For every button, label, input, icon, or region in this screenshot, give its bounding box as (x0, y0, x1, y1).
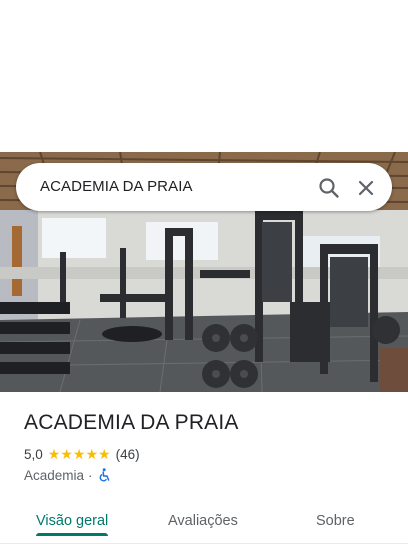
search-bar[interactable]: ACADEMIA DA PRAIA (16, 163, 392, 211)
place-title: ACADEMIA DA PRAIA (24, 411, 239, 434)
rating-row[interactable]: 5,0 ★ ★ ★ ★ ★ (46) (24, 445, 140, 463)
tab-reviews[interactable]: Avaliações (168, 513, 238, 529)
star-icon: ★ (85, 446, 99, 462)
star-icon: ★ (60, 446, 73, 462)
rating-value: 5,0 (24, 446, 43, 462)
wheelchair-icon (97, 468, 111, 482)
tab-about[interactable]: Sobre (316, 513, 355, 529)
category-separator: · (88, 467, 93, 483)
close-icon[interactable] (354, 176, 378, 200)
rating-stars: ★ ★ ★ ★ ★ (48, 447, 111, 461)
search-icon[interactable] (317, 176, 341, 200)
review-count[interactable]: (46) (116, 447, 140, 462)
star-icon: ★ (98, 446, 111, 462)
map-area-blank (0, 0, 408, 152)
active-tab-indicator (36, 533, 108, 536)
star-icon: ★ (72, 446, 86, 462)
tab-overview[interactable]: Visão geral (36, 513, 108, 529)
tab-bar: Visão geral Avaliações Sobre (0, 500, 408, 544)
search-input[interactable]: ACADEMIA DA PRAIA (40, 178, 193, 195)
place-info-panel: ACADEMIA DA PRAIA 5,0 ★ ★ ★ ★ ★ (46) Aca… (0, 392, 408, 544)
place-category[interactable]: Academia (24, 468, 84, 483)
category-row: Academia · (24, 466, 111, 484)
star-icon: ★ (47, 446, 61, 462)
